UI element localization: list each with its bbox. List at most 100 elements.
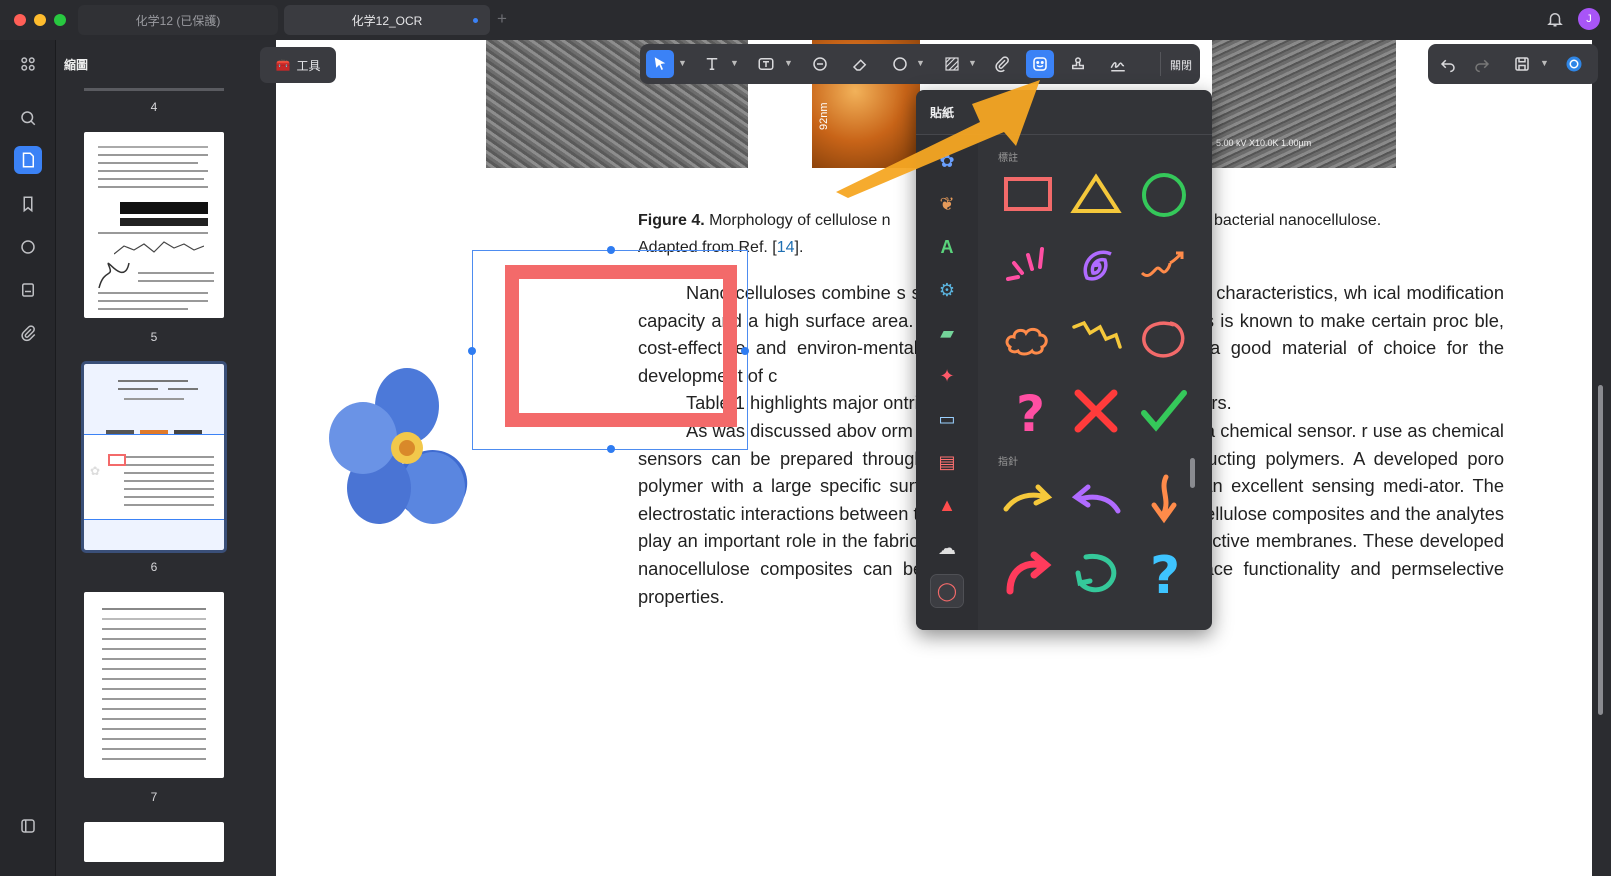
page-organize-icon[interactable] [14, 276, 42, 304]
sticker-loop-circle[interactable] [1134, 309, 1194, 369]
svg-text:?: ? [1016, 385, 1045, 439]
ai-assistant-icon[interactable] [1560, 50, 1588, 78]
thumbnail-page-3-edge[interactable] [84, 88, 224, 91]
category-annotation-icon[interactable]: ◯ [930, 574, 964, 608]
sticker-cross-mark[interactable] [1066, 381, 1126, 441]
category-star-icon[interactable]: ✦ [931, 360, 963, 392]
sticker-curved-arrow-right[interactable] [998, 541, 1058, 601]
search-icon[interactable] [14, 104, 42, 132]
attachment-icon[interactable] [14, 319, 42, 347]
grid-view-icon[interactable] [14, 50, 42, 78]
tools-button[interactable]: 🧰 工具 [260, 47, 336, 83]
sticker-squiggle-arrow[interactable] [1134, 237, 1194, 297]
text-tool-button[interactable] [698, 50, 726, 78]
thumbnail-page-5[interactable] [84, 132, 224, 318]
chevron-down-icon[interactable]: ▼ [784, 58, 793, 68]
sidebar-toggle-icon[interactable] [14, 812, 42, 840]
thumbnail-page-7[interactable] [84, 592, 224, 778]
sticker-check-mark[interactable] [1134, 381, 1194, 441]
app-window: 化学12 (已保護) 化学12_OCR + J 縮圖 4 5 ✿ 6 7 92n… [0, 0, 1611, 876]
close-toolbar-button[interactable]: 關閉 [1170, 57, 1192, 73]
stamp-tool-button[interactable] [1064, 50, 1092, 78]
textbox-tool-button[interactable] [752, 50, 780, 78]
flower-sticker[interactable] [322, 368, 492, 528]
sticker-arrow-right[interactable] [998, 469, 1058, 529]
sticker-zigzag-arrow[interactable] [1066, 309, 1126, 369]
page-number: 5 [150, 330, 158, 344]
redo-icon[interactable] [1468, 50, 1496, 78]
chevron-down-icon[interactable]: ▼ [678, 58, 687, 68]
figure-caption: Figure 4. Morphology of cellulose n [638, 207, 891, 235]
tab-label: 化学12_OCR [351, 13, 423, 28]
figure-caption-text: Morphology of cellulose n [709, 212, 891, 229]
unsaved-dot-icon [473, 18, 478, 23]
select-tool-button[interactable] [646, 50, 674, 78]
figure-caption-right: bacterial nanocellulose. [1214, 207, 1381, 235]
category-cloud-icon[interactable]: ☁ [931, 532, 963, 564]
chevron-down-icon[interactable]: ▼ [968, 58, 977, 68]
new-tab-icon[interactable]: + [497, 9, 507, 29]
comment-icon[interactable] [14, 233, 42, 261]
category-sneaker-icon[interactable]: ▭ [931, 403, 963, 435]
category-calendar-icon[interactable]: ▤ [931, 446, 963, 478]
close-window-button[interactable] [14, 14, 26, 26]
sticker-spiral[interactable] [1066, 237, 1126, 297]
sticker-grid: 標註 ? 指針 ? [978, 135, 1212, 630]
category-car-icon[interactable]: ▰ [931, 317, 963, 349]
tab-chem12-ocr[interactable]: 化学12_OCR [284, 5, 490, 35]
page-number: 6 [150, 560, 158, 574]
page-number: 4 [150, 100, 158, 114]
sticker-cloud-shape[interactable] [998, 309, 1058, 369]
category-robot-icon[interactable]: ⚙ [931, 274, 963, 306]
sticker-question-mark-blue[interactable]: ? [1134, 541, 1194, 601]
sticker-u-turn-arrow[interactable] [1066, 541, 1126, 601]
svg-text:?: ? [1150, 546, 1180, 599]
popup-scrollbar[interactable] [1190, 458, 1195, 488]
category-santa-icon[interactable]: ▲ [931, 489, 963, 521]
toolbox-icon: 🧰 [275, 58, 291, 72]
resize-handle-top[interactable] [607, 246, 615, 254]
signature-tool-button[interactable] [1104, 50, 1132, 78]
section-label-pointer: 指針 [998, 457, 1018, 468]
resize-handle-left[interactable] [468, 347, 476, 355]
figure-caption-text-right: bacterial nanocellulose. [1214, 212, 1382, 229]
sticker-question-mark[interactable]: ? [998, 381, 1058, 441]
figure-image-bacterial: 5.00 kV X10.0K 1.00µm [1212, 40, 1396, 168]
thumbnail-page-6[interactable]: ✿ [81, 361, 227, 553]
selection-box[interactable] [468, 246, 749, 453]
notification-bell-icon[interactable] [1546, 10, 1564, 33]
minimize-window-button[interactable] [34, 14, 46, 26]
tools-label: 工具 [296, 58, 321, 73]
bookmark-icon[interactable] [14, 190, 42, 218]
flower-sticker-icon: ✿ [90, 464, 101, 478]
undo-icon[interactable] [1434, 50, 1462, 78]
sem-label: 5.00 kV X10.0K 1.00µm [1216, 138, 1312, 148]
sticker-circle[interactable] [1134, 165, 1194, 225]
sticker-arrow-down[interactable] [1134, 469, 1194, 529]
scale-label: 92nm [818, 102, 830, 130]
title-bar: 化学12 (已保護) 化学12_OCR + J [0, 0, 1611, 40]
save-icon[interactable] [1508, 50, 1536, 78]
thumbnails-icon[interactable] [14, 146, 42, 174]
category-letter-icon[interactable]: A [931, 231, 963, 263]
chevron-down-icon[interactable]: ▼ [730, 58, 739, 68]
chevron-down-icon[interactable]: ▼ [916, 58, 925, 68]
resize-handle-right[interactable] [741, 347, 749, 355]
thumbnail-page-8[interactable] [84, 822, 224, 862]
tab-chem12-protected[interactable]: 化学12 (已保護) [78, 5, 278, 35]
document-scrollbar[interactable] [1598, 385, 1603, 715]
right-toolbar: ▼ [1428, 44, 1598, 84]
sticker-triangle[interactable] [1066, 165, 1126, 225]
page-number: 7 [150, 790, 158, 804]
tab-label: 化学12 (已保護) [135, 13, 221, 28]
panel-title: 縮圖 [64, 58, 89, 72]
sticker-arrow-back-left[interactable] [1066, 469, 1126, 529]
zoom-window-button[interactable] [54, 14, 66, 26]
reference-link[interactable]: 14 [777, 239, 795, 256]
figure-label: Figure 4. [638, 212, 705, 229]
resize-handle-bottom[interactable] [607, 445, 615, 453]
sticker-emphasis-lines[interactable] [998, 237, 1058, 297]
user-avatar[interactable]: J [1578, 8, 1600, 30]
left-tool-rail [0, 40, 56, 876]
chevron-down-icon[interactable]: ▼ [1540, 58, 1549, 68]
